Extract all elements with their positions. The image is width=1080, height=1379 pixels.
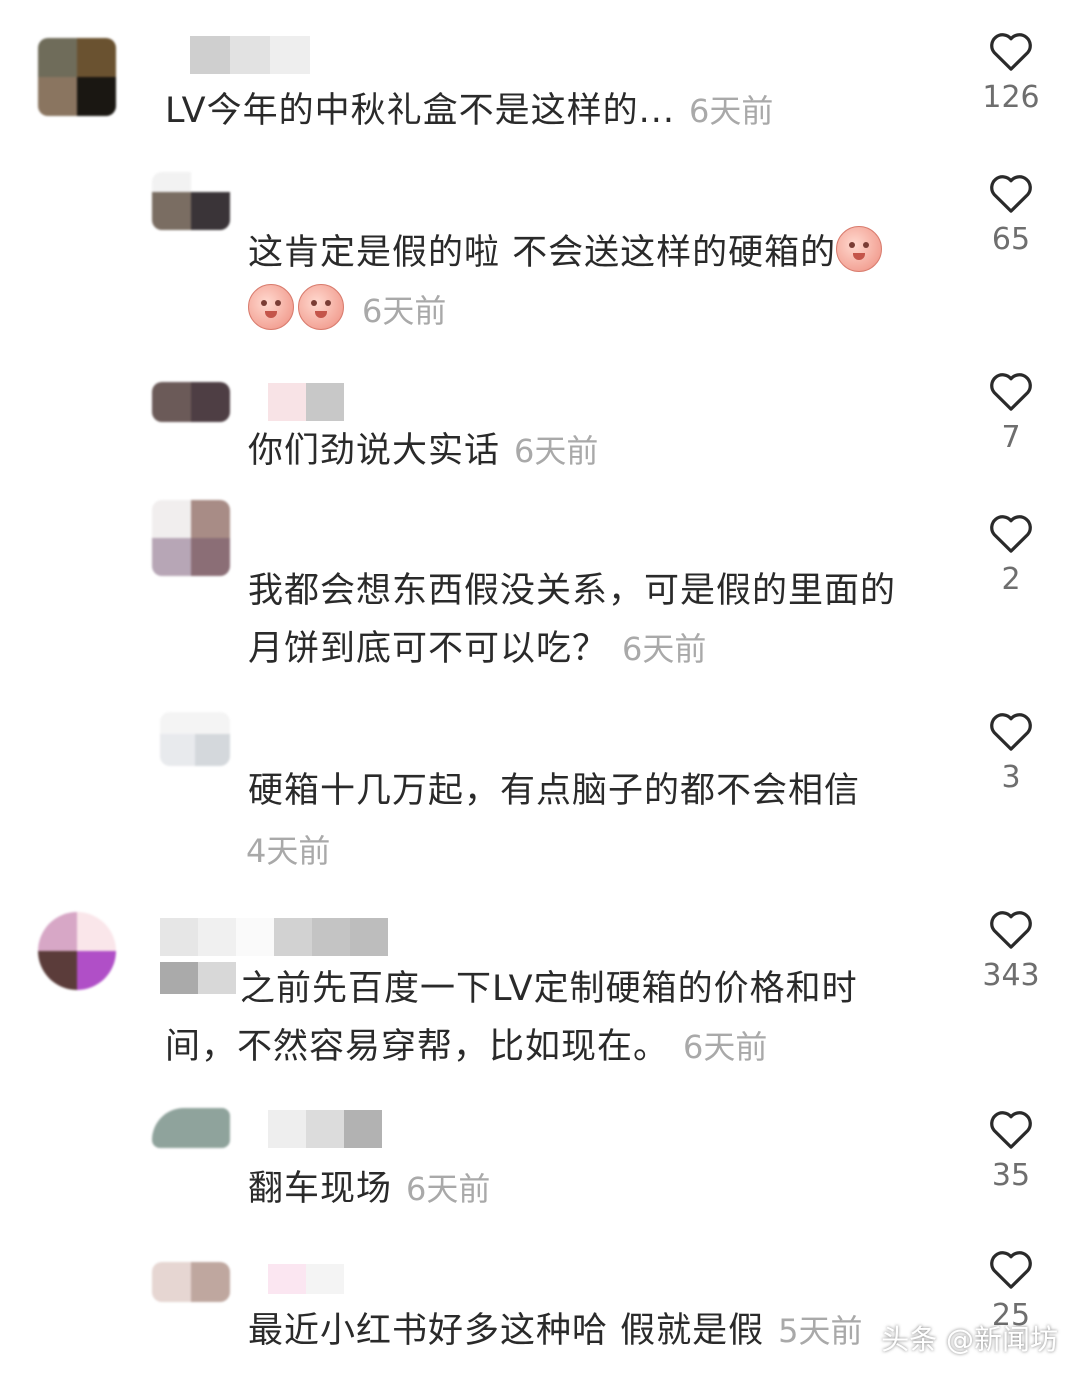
avatar[interactable] [152, 1108, 230, 1148]
like-count: 35 [991, 1158, 1031, 1193]
peach-emoji-icon [248, 284, 294, 330]
like-count: 7 [1001, 420, 1021, 455]
avatar[interactable] [152, 172, 230, 230]
heart-outline-icon [990, 515, 1032, 553]
like-button[interactable]: 65 [971, 172, 1051, 258]
comment-text: 之前先百度一下LV定制硬箱的价格和时 [240, 969, 858, 1009]
heart-outline-icon [990, 713, 1032, 751]
comment-text: 最近小红书好多这种哈 假就是假 5天前 [248, 1311, 863, 1351]
comment-text-line2: 月饼到底可不可以吃？ 6天前 [248, 629, 707, 669]
comment-time: 6天前 [362, 292, 447, 330]
source-watermark: 头条 @新闻坊 [881, 1323, 1058, 1356]
avatar[interactable] [38, 912, 116, 990]
username-blurred[interactable] [268, 1264, 344, 1294]
comment-text: 这肯定是假的啦 不会送这样的硬箱的 [248, 224, 886, 282]
comment-text: 翻车现场 6天前 [248, 1169, 491, 1209]
username-blurred[interactable] [268, 1110, 382, 1148]
username-blurred[interactable] [190, 36, 310, 74]
username-blurred[interactable] [160, 918, 388, 956]
like-count: 2 [1001, 562, 1021, 597]
like-count: 126 [982, 80, 1040, 115]
peach-emoji-icon [836, 226, 883, 272]
heart-outline-icon [990, 1111, 1032, 1149]
comment-text: 我都会想东西假没关系，可是假的里面的 [248, 571, 897, 611]
comment-time: 6天前 [406, 1170, 491, 1208]
username-blurred[interactable] [268, 383, 344, 421]
avatar[interactable] [160, 712, 230, 766]
heart-outline-icon [990, 33, 1032, 71]
comment-text: LV今年的中秋礼盒不是这样的... 6天前 [165, 91, 774, 131]
avatar[interactable] [152, 382, 230, 422]
comment-time: 6天前 [688, 92, 774, 130]
username-blurred[interactable] [160, 962, 236, 994]
avatar[interactable] [152, 500, 230, 576]
comment-text-line2: 4天前 [232, 822, 330, 880]
heart-outline-icon [990, 1251, 1032, 1289]
heart-outline-icon [990, 175, 1032, 213]
comment-time: 4天前 [246, 832, 331, 870]
like-button[interactable]: 2 [971, 512, 1051, 598]
peach-emoji-icon [298, 284, 344, 330]
comment-text-line2: 间，不然容易穿帮，比如现在。 6天前 [165, 1027, 768, 1067]
heart-outline-icon [990, 373, 1032, 411]
heart-outline-icon [990, 911, 1032, 949]
like-count: 3 [1001, 760, 1021, 795]
like-button[interactable]: 343 [971, 908, 1051, 994]
comment-time: 6天前 [622, 630, 707, 668]
comment-time: 6天前 [683, 1028, 768, 1066]
like-button[interactable]: 126 [971, 30, 1051, 116]
like-button[interactable]: 3 [971, 710, 1051, 796]
comment-text: 硬箱十几万起，有点脑子的都不会相信 [248, 771, 861, 811]
like-button[interactable]: 7 [971, 370, 1051, 456]
avatar[interactable] [38, 38, 116, 116]
like-count: 343 [982, 958, 1040, 993]
comment-time: 5天前 [778, 1312, 863, 1350]
comment-text: 你们劲说大实话 6天前 [248, 431, 599, 471]
like-count: 65 [991, 222, 1031, 257]
comment-time: 6天前 [514, 432, 599, 470]
comment-text-line2: 6天前 [248, 282, 446, 340]
avatar[interactable] [152, 1262, 230, 1302]
like-button[interactable]: 35 [971, 1108, 1051, 1194]
